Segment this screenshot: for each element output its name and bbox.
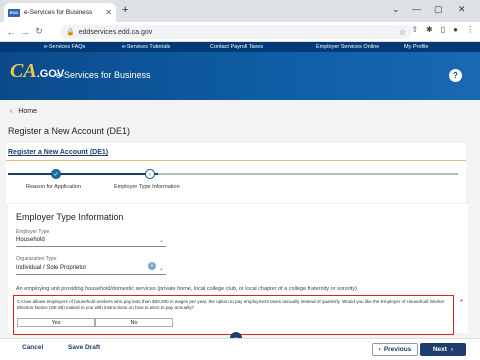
chevron-down-icon: ⌄ [158,238,164,244]
edd-favicon-icon: EDD [8,8,20,17]
address-bar[interactable]: 🔒 eddservices.edd.ca.gov ☆ [60,25,412,39]
step-2-label: Employer Type Information [114,184,180,190]
help-icon[interactable]: ? [449,69,462,82]
next-button[interactable]: Next › [420,343,466,356]
nav-eservices-faqs[interactable]: e-Services FAQs [44,44,85,50]
back-arrow-icon[interactable]: ← [4,27,18,37]
sidepanel-icon[interactable]: ▯ [441,25,445,34]
breadcrumb-home[interactable]: Home [18,108,37,115]
chevron-left-icon: ‹ [10,108,13,115]
extensions-icon[interactable]: ✱ [426,25,433,34]
reload-icon[interactable]: ↻ [32,26,46,37]
new-tab-button[interactable]: + [122,4,128,16]
maximize-icon[interactable]: ▢ [434,4,443,15]
employer-type-select[interactable]: Household ⌄ [16,237,166,247]
previous-button[interactable]: ‹ Previous [372,343,418,356]
site-top-nav: e-Services FAQs e-Services Tutorials Con… [0,42,480,52]
annual-payment-question: CA law allows employers of household wor… [13,295,454,335]
card-title: Register a New Account (DE1) [8,149,109,156]
browser-toolbar-icons: ⇪ ✱ ▯ ● ⋮ [411,25,474,34]
page-title: Register a New Account (DE1) [8,126,131,136]
tab-search-icon[interactable]: ⌄ [392,4,400,15]
bookmark-star-icon[interactable]: ☆ [399,28,406,37]
lock-icon: 🔒 [66,29,75,36]
card-divider [6,160,466,161]
employer-type-form: Employer Type Information Employer Type … [8,203,468,335]
chevron-left-icon: ‹ [378,346,381,353]
save-draft-button[interactable]: Save Draft [68,344,100,351]
url-text: eddservices.edd.ca.gov [78,28,153,36]
step-1-check-icon: ✓ [51,169,61,179]
chevron-right-icon: › [450,346,454,353]
close-window-icon[interactable]: ✕ [458,4,466,15]
browser-tabstrip: EDD e-Services for Business ✕ + ⌄ — ▢ ✕ [0,0,480,22]
site-title: e-Services for Business [56,70,151,80]
form-title: Employer Type Information [16,212,124,222]
menu-icon[interactable]: ⋮ [466,25,474,34]
yes-button[interactable]: Yes [17,318,95,327]
chevron-down-icon: ⌄ [158,266,164,272]
stepper-remaining-line [158,173,458,175]
minimize-icon[interactable]: — [412,4,421,14]
organization-description: An employing unit providing household/do… [16,286,359,292]
close-tab-icon[interactable]: ✕ [105,8,112,17]
nav-eservices-tutorials[interactable]: e-Services Tutorials [122,44,170,50]
browser-toolbar: ← → ↻ 🔒 eddservices.edd.ca.gov ☆ ⇪ ✱ ▯ ●… [0,22,480,42]
site-header: CA.GOV e-Services for Business ? [0,52,480,100]
required-marker: * [460,299,463,306]
no-button[interactable]: No [95,318,173,327]
employer-type-label: Employer Type [16,229,50,235]
question-text: CA law allows employers of household wor… [17,299,445,310]
forward-arrow-icon[interactable]: → [18,27,32,37]
action-bar: Cancel Save Draft ‹ Previous Next › [0,338,480,360]
share-icon[interactable]: ⇪ [411,25,418,34]
tab-title: e-Services for Business [24,9,93,16]
nav-employer-services-online[interactable]: Employer Services Online [316,44,379,50]
organization-type-select[interactable]: Individual / Sole Proprietor ⌄ [16,265,166,275]
step-1-label: Reason for Application [26,184,82,190]
nav-contact-payroll-taxes[interactable]: Contact Payroll Taxes [210,44,263,50]
breadcrumb: ‹ Home [10,108,37,115]
organization-type-label: Organization Type [16,256,57,262]
browser-tab[interactable]: EDD e-Services for Business ✕ [4,3,116,22]
info-icon[interactable]: i [148,262,156,270]
step-2-current-icon: › [145,169,155,179]
cancel-button[interactable]: Cancel [22,344,43,351]
profile-icon[interactable]: ● [453,25,458,34]
stepper-progress-line [8,173,158,175]
nav-my-profile[interactable]: My Profile [404,44,428,50]
